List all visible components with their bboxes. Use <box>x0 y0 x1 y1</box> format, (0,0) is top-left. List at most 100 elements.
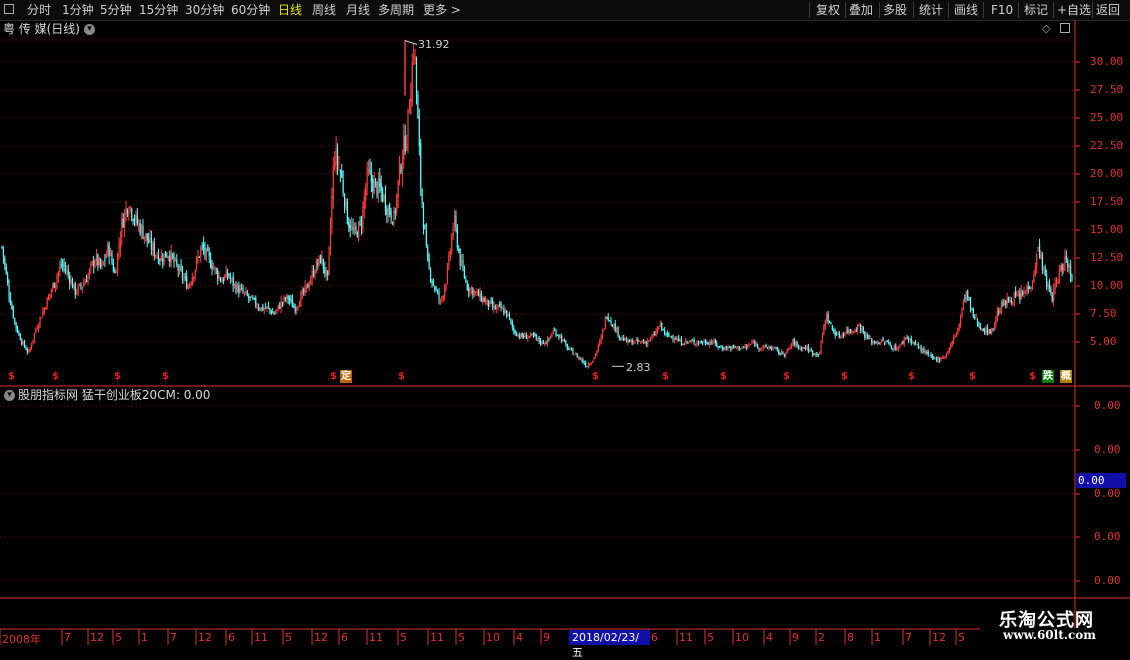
candle-body <box>893 345 895 350</box>
candle-body <box>562 339 564 341</box>
event-flag-icon[interactable]: $ <box>398 370 405 383</box>
candle-body <box>710 341 712 343</box>
event-flag-icon[interactable]: $ <box>783 370 790 383</box>
draw-line-button[interactable]: 画线 <box>954 0 978 20</box>
candle-body <box>428 259 430 268</box>
candle-body <box>872 341 874 343</box>
candle-body <box>186 276 188 289</box>
candle-body <box>472 287 474 296</box>
mark-button[interactable]: 标记 <box>1024 0 1048 20</box>
event-flag-icon[interactable]: $ <box>114 370 121 383</box>
candle-body <box>874 341 876 343</box>
candle-body <box>883 341 886 344</box>
event-flag-gai[interactable]: 概 <box>1060 370 1072 383</box>
candle-body <box>90 263 92 268</box>
layout-toggle-icon[interactable] <box>1060 23 1070 33</box>
candle-body <box>453 214 456 226</box>
toolbar-divider <box>983 2 984 18</box>
candle-body <box>783 354 786 356</box>
candle-body <box>138 223 140 225</box>
event-flag-icon[interactable]: $ <box>52 370 59 383</box>
tab-monthly[interactable]: 月线 <box>346 0 370 20</box>
chevron-down-icon[interactable]: ▾ <box>4 390 15 401</box>
candle-body <box>497 305 499 307</box>
restore-rights-button[interactable]: 复权 <box>816 0 840 20</box>
candle-body <box>631 339 633 345</box>
candle-body <box>324 267 326 274</box>
f10-button[interactable]: F10 <box>991 0 1013 20</box>
overlay-button[interactable]: 叠加 <box>849 0 873 20</box>
chevron-down-icon[interactable]: ▾ <box>84 24 95 35</box>
candle-body <box>665 332 667 334</box>
tab-more[interactable]: 更多 > <box>423 0 461 20</box>
event-flag-die[interactable]: 跌 <box>1042 370 1054 383</box>
event-flag-icon[interactable]: $ <box>330 370 337 383</box>
candle-body <box>225 270 227 278</box>
candle-body <box>917 343 919 348</box>
candle-body <box>234 284 236 286</box>
event-flag-icon[interactable]: $ <box>969 370 976 383</box>
candle-body <box>878 342 880 344</box>
candle-body <box>723 348 725 350</box>
candle-body <box>257 306 260 309</box>
window-box-icon[interactable] <box>4 4 14 14</box>
candle-body <box>242 289 244 293</box>
tab-1min[interactable]: 1分钟 <box>62 0 94 20</box>
event-flag-icon[interactable]: $ <box>1029 370 1036 383</box>
candle-body <box>510 318 512 322</box>
candle-body <box>985 327 987 333</box>
candle-body <box>742 346 745 348</box>
event-flag-icon[interactable]: $ <box>908 370 915 383</box>
candle-body <box>343 194 346 208</box>
candle-body <box>4 257 6 265</box>
candle-body <box>298 304 301 307</box>
candle-body <box>589 364 591 366</box>
tab-60min[interactable]: 60分钟 <box>231 0 270 20</box>
candle-body <box>501 307 504 309</box>
tab-weekly[interactable]: 周线 <box>312 0 336 20</box>
candle-body <box>486 298 488 302</box>
candle-body <box>45 308 47 310</box>
event-flag-ding[interactable]: 定 <box>340 370 352 383</box>
tab-fenshi[interactable]: 分时 <box>27 0 51 20</box>
candle-body <box>367 169 370 172</box>
event-flag-icon[interactable]: $ <box>8 370 15 383</box>
toolbar-divider <box>948 2 949 18</box>
tab-daily[interactable]: 日线 <box>278 0 302 20</box>
candle-body <box>769 347 771 349</box>
candle-body <box>187 286 189 289</box>
event-flag-icon[interactable]: $ <box>162 370 169 383</box>
event-flag-icon[interactable]: $ <box>592 370 599 383</box>
tab-15min[interactable]: 15分钟 <box>139 0 178 20</box>
candle-body <box>456 228 458 248</box>
tab-30min[interactable]: 30分钟 <box>185 0 224 20</box>
candle-body <box>458 248 460 251</box>
candle-body <box>706 342 708 345</box>
candle-body <box>396 194 398 213</box>
diamond-icon[interactable]: ◇ <box>1042 22 1050 35</box>
candle-body <box>427 247 429 260</box>
candle-body <box>579 357 581 360</box>
event-flag-icon[interactable]: $ <box>662 370 669 383</box>
event-flag-icon[interactable]: $ <box>720 370 727 383</box>
candle-body <box>797 346 800 348</box>
candle-body <box>1015 291 1017 297</box>
candle-body <box>864 332 866 338</box>
candle-body <box>751 341 753 344</box>
event-flag-icon[interactable]: $ <box>841 370 848 383</box>
candle-body <box>585 362 587 367</box>
candle-body <box>541 340 543 345</box>
candle-body <box>627 339 629 344</box>
candle-body <box>546 338 549 344</box>
back-button[interactable]: 返回 <box>1096 0 1120 20</box>
candle-body <box>518 335 520 338</box>
tab-multi-period[interactable]: 多周期 <box>378 0 414 20</box>
candle-body <box>145 233 147 238</box>
statistics-button[interactable]: 统计 <box>919 0 943 20</box>
candle-body <box>348 221 350 228</box>
tab-5min[interactable]: 5分钟 <box>100 0 132 20</box>
kline-chart[interactable] <box>0 0 1130 650</box>
multi-stock-button[interactable]: 多股 <box>883 0 907 20</box>
high-annotation: 31.92 <box>418 38 450 51</box>
add-watchlist-button[interactable]: +自选 <box>1057 0 1091 20</box>
